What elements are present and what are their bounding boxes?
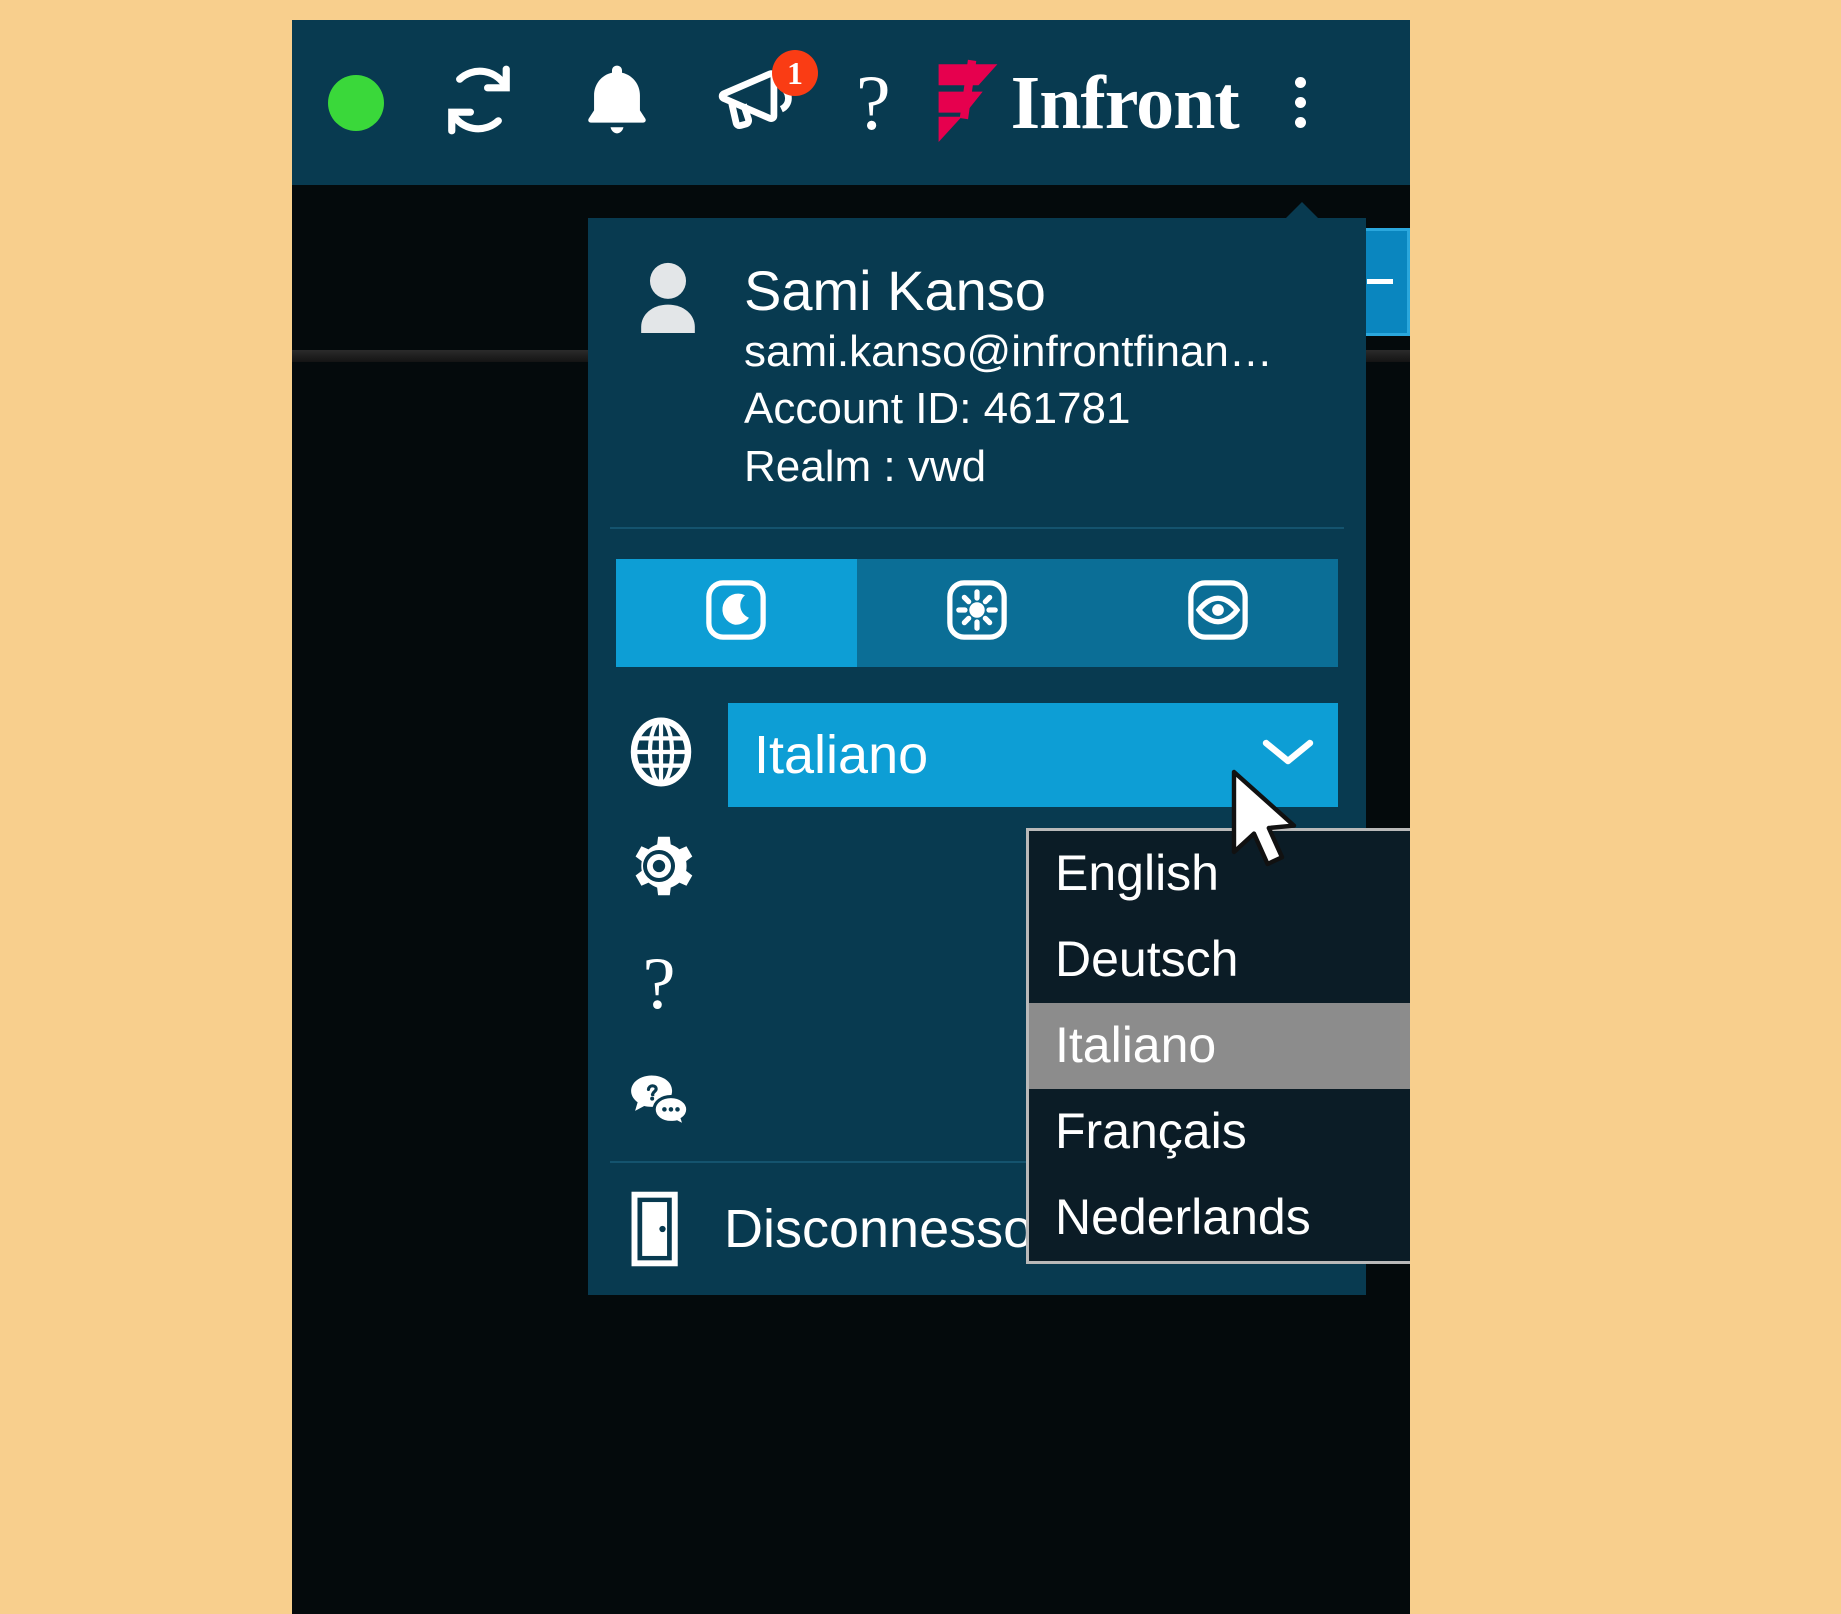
exit-door-icon (622, 1187, 696, 1271)
language-option[interactable]: Deutsch (1029, 917, 1410, 1003)
help-button[interactable]: ? (856, 48, 891, 158)
language-option[interactable]: Nederlands (1029, 1175, 1410, 1261)
language-selected-value: Italiano (754, 724, 929, 785)
application-window: 1 ? Infront Sami Kanso sami.kanso@infron… (292, 20, 1410, 1614)
announcements-badge: 1 (772, 49, 818, 96)
announcements-button[interactable]: 1 (712, 48, 818, 158)
user-email: sami.kanso@infrontfinan… (744, 327, 1273, 377)
logout-label: Disconnesso (724, 1198, 1034, 1259)
infront-logo-icon (931, 58, 1005, 147)
theme-option-light[interactable] (856, 558, 1098, 667)
question-mark-icon: ? (642, 942, 676, 1025)
connection-status-indicator[interactable] (328, 48, 384, 158)
theme-toggle-group (616, 558, 1338, 667)
theme-toggle-row (588, 529, 1366, 685)
language-option[interactable]: Français (1029, 1089, 1410, 1175)
bell-icon (574, 57, 660, 148)
language-row: Italiano (588, 685, 1366, 807)
brand-name: Infront (1010, 60, 1240, 145)
alerts-button[interactable] (574, 48, 660, 158)
refresh-button[interactable] (436, 48, 522, 158)
user-name: Sami Kanso (744, 259, 1046, 322)
globe-icon (622, 711, 700, 798)
refresh-icon (436, 57, 522, 148)
eye-icon (1181, 573, 1255, 652)
chevron-down-icon (1260, 734, 1316, 775)
kebab-menu-icon[interactable] (1294, 77, 1306, 128)
gear-icon (622, 828, 696, 904)
theme-option-contrast[interactable] (1097, 558, 1338, 667)
user-info-block: Sami Kanso sami.kanso@infrontfinan… Acco… (588, 218, 1366, 521)
question-mark-icon: ? (856, 58, 891, 146)
sun-icon (940, 573, 1014, 652)
language-select[interactable]: Italiano (728, 702, 1338, 807)
language-option[interactable]: English (1029, 831, 1410, 917)
brand-logo: Infront (931, 58, 1240, 147)
language-options-list: English Deutsch Italiano Français Nederl… (1026, 828, 1410, 1264)
theme-option-dark[interactable] (616, 558, 857, 667)
user-realm: Realm : vwd (744, 442, 987, 492)
green-dot-icon (328, 74, 384, 131)
user-account-id: Account ID: 461781 (744, 384, 1131, 434)
chat-help-icon (622, 1064, 696, 1140)
language-option-selected[interactable]: Italiano (1029, 1003, 1410, 1089)
top-toolbar: 1 ? Infront (292, 20, 1410, 185)
user-avatar-icon (622, 254, 714, 355)
moon-icon (699, 573, 773, 652)
